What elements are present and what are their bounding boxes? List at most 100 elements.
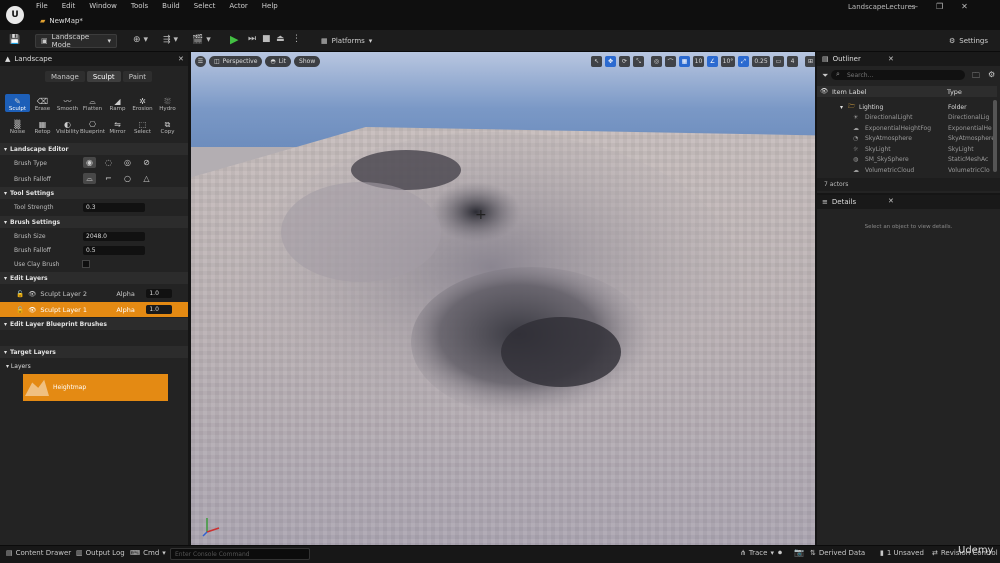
output-log-button[interactable]: ▥ Output Log bbox=[76, 549, 125, 557]
maximize-viewport-icon[interactable]: ⊞ bbox=[805, 56, 815, 67]
mode-selector-button[interactable]: ▣ Landscape Mode ▾ bbox=[35, 33, 117, 49]
menu-select[interactable]: Select bbox=[194, 2, 216, 10]
save-icon[interactable]: 💾 bbox=[9, 35, 20, 45]
tool-ramp[interactable]: ◢ Ramp bbox=[105, 94, 130, 112]
section-landscape-editor[interactable]: ▾ Landscape Editor bbox=[0, 143, 188, 155]
tip-falloff-icon[interactable]: △ bbox=[140, 173, 153, 184]
stop-icon[interactable]: ■ bbox=[262, 34, 271, 44]
record-icon[interactable]: ⏺ bbox=[778, 548, 782, 558]
tool-hydro[interactable]: ⛆ Hydro bbox=[155, 94, 180, 112]
cmd-button[interactable]: ⌨ Cmd ▾ bbox=[130, 549, 166, 557]
tool-copy[interactable]: ⧉ Copy bbox=[155, 117, 180, 135]
tab-paint[interactable]: Paint bbox=[122, 71, 153, 82]
cinematics-button[interactable]: 🎬 ▾ bbox=[192, 35, 211, 45]
eye-icon[interactable]: 👁 bbox=[28, 290, 36, 298]
alpha-field[interactable]: 1.0 bbox=[146, 289, 173, 298]
grid-snap-icon[interactable]: ▦ bbox=[679, 56, 690, 67]
unreal-logo-icon[interactable]: U bbox=[6, 6, 24, 24]
translate-icon[interactable]: ✥ bbox=[605, 56, 616, 67]
trace-button[interactable]: ⋔ Trace ▾ bbox=[740, 549, 774, 557]
perspective-button[interactable]: ◫ Perspective bbox=[209, 56, 263, 67]
section-brush-settings[interactable]: ▾ Brush Settings bbox=[0, 216, 188, 228]
hamburger-icon[interactable]: ☰ bbox=[195, 56, 206, 67]
step-icon[interactable]: ⏭ bbox=[248, 34, 256, 44]
menu-tools[interactable]: Tools bbox=[131, 2, 148, 10]
linear-falloff-icon[interactable]: ⌐ bbox=[102, 173, 115, 184]
pattern-brush-icon[interactable]: ◎ bbox=[121, 157, 134, 168]
content-drawer-button[interactable]: ▤ Content Drawer bbox=[6, 549, 71, 557]
menu-build[interactable]: Build bbox=[162, 2, 180, 10]
rotate-icon[interactable]: ⟳ bbox=[619, 56, 630, 67]
play-button[interactable]: ▶ bbox=[230, 33, 238, 46]
lock-icon[interactable]: 🔓 bbox=[16, 290, 24, 298]
add-folder-icon[interactable]: 🗀 bbox=[972, 70, 980, 84]
section-edit-layers[interactable]: ▾ Edit Layers bbox=[0, 272, 188, 284]
camera-icon[interactable]: 📷 bbox=[794, 548, 804, 557]
menu-actor[interactable]: Actor bbox=[229, 2, 247, 10]
tool-erase[interactable]: ⌫ Erase bbox=[30, 94, 55, 112]
lock-icon[interactable]: 🔓 bbox=[16, 306, 24, 314]
col-type[interactable]: Type bbox=[947, 88, 962, 96]
brush-falloff-field[interactable]: 0.5 bbox=[83, 246, 145, 255]
tool-noise[interactable]: ▒ Noise bbox=[5, 117, 30, 135]
menu-help[interactable]: Help bbox=[262, 2, 278, 10]
lit-button[interactable]: ◓ Lit bbox=[265, 56, 292, 67]
close-button[interactable]: ✕ bbox=[961, 2, 968, 11]
eye-icon[interactable]: 👁 bbox=[820, 87, 828, 95]
rotation-snap-icon[interactable]: ∠ bbox=[707, 56, 718, 67]
map-tab[interactable]: ▰ NewMap* bbox=[36, 14, 87, 28]
close-icon[interactable]: ✕ bbox=[178, 55, 184, 63]
eject-icon[interactable]: ⏏ bbox=[276, 34, 285, 44]
tab-sculpt[interactable]: Sculpt bbox=[86, 71, 121, 82]
outliner-row[interactable]: ☀ DirectionalLight DirectionalLig bbox=[817, 113, 997, 124]
tool-blueprint[interactable]: ⎔ Blueprint bbox=[80, 117, 105, 135]
platforms-button[interactable]: ▦ Platforms ▾ bbox=[316, 34, 377, 48]
outliner-row[interactable]: ☼ SkyLight SkyLight bbox=[817, 144, 997, 155]
alpha-field[interactable]: 1.0 bbox=[146, 305, 173, 314]
settings-button[interactable]: ⚙ Settings bbox=[944, 34, 993, 48]
scale-icon[interactable]: ⤡ bbox=[633, 56, 644, 67]
edit-layer-row-selected[interactable]: 🔓 👁 Sculpt Layer 1 Alpha 1.0 bbox=[0, 302, 188, 317]
eye-icon[interactable]: 👁 bbox=[28, 306, 36, 314]
level-viewport[interactable]: ☰ ◫ Perspective ◓ Lit Show ↖ ✥ ⟳ ⤡ ◎ ⌒ ▦ 1… bbox=[191, 52, 815, 545]
grid-snap-value[interactable]: 10 bbox=[693, 56, 704, 67]
maximize-button[interactable]: ❐ bbox=[936, 2, 943, 11]
select-mode-icon[interactable]: ↖ bbox=[591, 56, 602, 67]
scale-snap-value[interactable]: 0.25 bbox=[752, 56, 770, 67]
menu-file[interactable]: File bbox=[36, 2, 48, 10]
surface-snap-icon[interactable]: ⌒ bbox=[665, 56, 676, 67]
console-input[interactable]: Enter Console Command bbox=[170, 548, 310, 560]
minimize-button[interactable]: — bbox=[910, 2, 918, 11]
camera-speed-value[interactable]: 4 bbox=[787, 56, 798, 67]
tool-retop[interactable]: ▦ Retop bbox=[30, 117, 55, 135]
edit-layer-row[interactable]: 🔓 👁 Sculpt Layer 2 Alpha 1.0 bbox=[0, 286, 188, 301]
tab-manage[interactable]: Manage bbox=[45, 71, 85, 82]
menu-edit[interactable]: Edit bbox=[62, 2, 76, 10]
tool-sculpt[interactable]: ✎ Sculpt bbox=[5, 94, 30, 112]
tool-visibility[interactable]: ◐ Visibility bbox=[55, 117, 80, 135]
outliner-row[interactable]: ☁ VolumetricCloud VolumetricClo bbox=[817, 165, 997, 176]
rotation-snap-value[interactable]: 10° bbox=[721, 56, 735, 67]
brush-size-field[interactable]: 2048.0 bbox=[83, 232, 145, 241]
blueprint-button[interactable]: ⇶ ▾ bbox=[163, 35, 178, 45]
show-button[interactable]: Show bbox=[294, 56, 321, 67]
smooth-falloff-icon[interactable]: ⌓ bbox=[83, 173, 96, 184]
section-target-layers[interactable]: ▾ Target Layers bbox=[0, 346, 188, 358]
outliner-row-folder[interactable]: ▾ 🗁 Lighting Folder bbox=[817, 102, 997, 113]
play-options-icon[interactable]: ⋮ bbox=[292, 34, 301, 44]
scale-snap-icon[interactable]: ⤢ bbox=[738, 56, 749, 67]
filter-icon[interactable]: ⏷ bbox=[822, 71, 828, 81]
world-space-icon[interactable]: ◎ bbox=[651, 56, 662, 67]
unsaved-button[interactable]: ▮ 1 Unsaved bbox=[880, 549, 924, 557]
tool-erosion[interactable]: ✲ Erosion bbox=[130, 94, 155, 112]
outliner-row[interactable]: ◔ SkyAtmosphere SkyAtmosphere bbox=[817, 134, 997, 145]
outliner-row[interactable]: ☁ ExponentialHeightFog ExponentialHe bbox=[817, 123, 997, 134]
details-tab[interactable]: ≡ Details bbox=[817, 195, 1000, 209]
derived-data-button[interactable]: ⇅ Derived Data bbox=[810, 549, 865, 557]
section-edit-layer-blueprint-brushes[interactable]: ▾ Edit Layer Blueprint Brushes bbox=[0, 318, 188, 330]
outliner-tab[interactable]: ▤ Outliner bbox=[817, 52, 1000, 66]
menu-window[interactable]: Window bbox=[89, 2, 117, 10]
alpha-brush-icon[interactable]: ◌ bbox=[102, 157, 115, 168]
outliner-settings-icon[interactable]: ⚙ bbox=[988, 70, 995, 79]
col-item-label[interactable]: Item Label bbox=[832, 88, 866, 96]
